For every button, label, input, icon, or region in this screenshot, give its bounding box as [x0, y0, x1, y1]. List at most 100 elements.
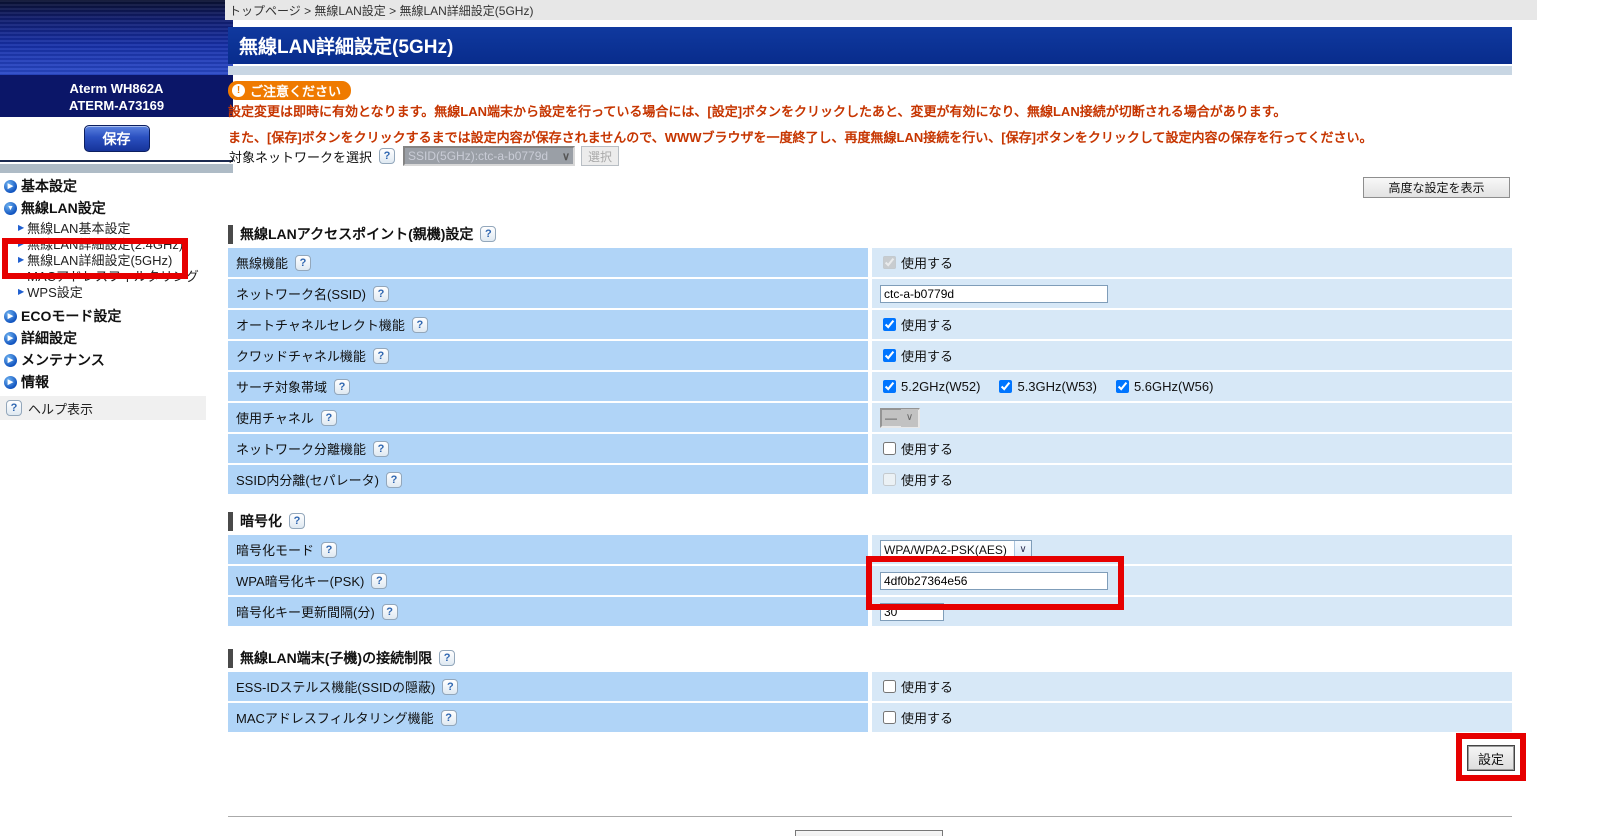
encryption-mode-select[interactable]: WPA/WPA2-PSK(AES) ∨ — [880, 540, 1032, 560]
table-row: SSID内分離(セパレータ)? 使用する — [228, 465, 1512, 494]
table-row: オートチャネルセレクト機能? 使用する — [228, 310, 1512, 339]
save-button[interactable]: 保存 — [84, 125, 150, 152]
back-to-top-button[interactable]: トップページへ戻る — [795, 830, 943, 836]
help-icon[interactable]: ? — [442, 679, 458, 695]
triangle-bullet-icon: ▶ — [18, 255, 24, 264]
table-row: 使用チャネル? — ∨ — [228, 403, 1512, 432]
band-w52-checkbox[interactable] — [883, 380, 896, 393]
section-bar — [228, 512, 233, 531]
sidebar-item-wlan-settings[interactable]: ▼ 無線LAN設定 — [4, 197, 230, 219]
title-underline-strip — [228, 66, 1512, 75]
settings-sections: 無線LANアクセスポイント(親機)設定 ? 無線機能? 使用する ネットワーク名… — [228, 224, 1512, 734]
network-separation-checkbox[interactable] — [883, 442, 896, 455]
sidebar-item-wps[interactable]: ▶ WPS設定 — [4, 283, 230, 299]
page-title: 無線LAN詳細設定(5GHz) — [228, 27, 1512, 64]
table-row: 暗号化キー更新間隔(分)? — [228, 597, 1512, 626]
warning-line-1: 設定変更は即時に有効となります。無線LAN端末から設定を行っている場合には、[設… — [228, 101, 1528, 120]
auto-channel-select-checkbox[interactable] — [883, 318, 896, 331]
circle-arrow-icon: ▶ — [4, 310, 17, 323]
help-icon[interactable]: ? — [371, 573, 387, 589]
device-network-name: ATERM-A73169 — [0, 97, 233, 114]
help-icon[interactable]: ? — [289, 513, 305, 529]
channel-select: — ∨ — [880, 408, 920, 428]
sidebar-item-maintenance[interactable]: ▶ メンテナンス — [4, 349, 230, 371]
triangle-bullet-icon: ▶ — [18, 239, 24, 248]
triangle-bullet-icon: ▶ — [18, 287, 24, 296]
select-button: 選択 — [581, 146, 619, 166]
table-row: WPA暗号化キー(PSK)? — [228, 566, 1512, 595]
radio-function-checkbox — [883, 256, 896, 269]
help-icon[interactable]: ? — [373, 441, 389, 457]
sidebar-divider — [0, 164, 233, 173]
section-header-ap: 無線LANアクセスポイント(親機)設定 ? — [228, 224, 1512, 244]
help-icon[interactable]: ? — [379, 148, 395, 164]
wpa-psk-input[interactable] — [880, 572, 1108, 590]
triangle-bullet-icon: ▶ — [18, 223, 24, 232]
circle-arrow-icon: ▶ — [4, 376, 17, 389]
ssid-separator-checkbox — [883, 473, 896, 486]
section-header-connection-limit: 無線LAN端末(子機)の接続制限 ? — [228, 648, 1512, 668]
sidebar-menu: ▶ 基本設定 ▼ 無線LAN設定 ▶ 無線LAN基本設定 ▶ 無線LAN詳細設定… — [4, 175, 230, 393]
sidebar-item-eco-mode[interactable]: ▶ ECOモード設定 — [4, 305, 230, 327]
router-admin-page: Aterm WH862A ATERM-A73169 保存 ▶ 基本設定 ▼ 無線… — [0, 0, 1611, 836]
circle-arrow-icon: ▶ — [4, 332, 17, 345]
section-bar — [228, 649, 233, 668]
target-network-select: SSID(5GHz):ctc-a-b0779d ∨ — [403, 146, 575, 166]
sidebar-item-basic-settings[interactable]: ▶ 基本設定 — [4, 175, 230, 197]
help-icon[interactable]: ? — [321, 542, 337, 558]
device-model-box: Aterm WH862A ATERM-A73169 — [0, 75, 233, 117]
sidebar: Aterm WH862A ATERM-A73169 保存 ▶ 基本設定 ▼ 無線… — [0, 0, 233, 836]
warning-line-2: また、[保存]ボタンをクリックするまでは設定内容が保存されませんので、WWWブラ… — [228, 127, 1528, 146]
target-network-label: 対象ネットワークを選択 — [229, 147, 372, 166]
apply-settings-button[interactable]: 設定 — [1467, 745, 1515, 771]
band-w53-checkbox[interactable] — [999, 380, 1012, 393]
exclamation-icon: ! — [232, 84, 245, 97]
key-update-interval-input[interactable] — [880, 603, 944, 621]
save-box: 保存 — [0, 117, 233, 162]
sidebar-item-information[interactable]: ▶ 情報 — [4, 371, 230, 393]
help-icon[interactable]: ? — [373, 348, 389, 364]
help-icon[interactable]: ? — [321, 410, 337, 426]
footer-divider — [228, 816, 1512, 817]
table-row: MACアドレスフィルタリング機能? 使用する — [228, 703, 1512, 732]
table-row: ネットワーク名(SSID)? — [228, 279, 1512, 308]
chevron-down-icon: ∨ — [562, 150, 570, 163]
help-icon[interactable]: ? — [441, 710, 457, 726]
breadcrumb: トップページ > 無線LAN設定 > 無線LAN詳細設定(5GHz) — [225, 0, 1537, 20]
circle-arrow-down-icon: ▼ — [4, 202, 17, 215]
help-icon[interactable]: ? — [334, 379, 350, 395]
caution-badge: ! ご注意ください — [228, 81, 351, 100]
device-model-name: Aterm WH862A — [0, 80, 233, 97]
help-display-row[interactable]: ? ヘルプ表示 — [0, 396, 206, 420]
circle-arrow-icon: ▶ — [4, 354, 17, 367]
help-icon[interactable]: ? — [382, 604, 398, 620]
section-bar — [228, 225, 233, 244]
table-row: クワッドチャネル機能? 使用する — [228, 341, 1512, 370]
table-row: サーチ対象帯域? 5.2GHz(W52) 5.3GHz(W53) 5.6GHz(… — [228, 372, 1512, 401]
table-row: ESS-IDステルス機能(SSIDの隠蔽)? 使用する — [228, 672, 1512, 701]
chevron-down-icon: ∨ — [1014, 541, 1031, 559]
help-icon[interactable]: ? — [386, 472, 402, 488]
help-icon[interactable]: ? — [480, 226, 496, 242]
help-icon[interactable]: ? — [6, 400, 22, 416]
help-icon[interactable]: ? — [373, 286, 389, 302]
band-w56-checkbox[interactable] — [1116, 380, 1129, 393]
circle-arrow-icon: ▶ — [4, 180, 17, 193]
table-row: ネットワーク分離機能? 使用する — [228, 434, 1512, 463]
table-row: 暗号化モード? WPA/WPA2-PSK(AES) ∨ — [228, 535, 1512, 564]
show-advanced-settings-button[interactable]: 高度な設定を表示 — [1363, 177, 1510, 198]
quad-channel-checkbox[interactable] — [883, 349, 896, 362]
chevron-down-icon: ∨ — [901, 409, 918, 427]
brand-gradient-banner — [0, 0, 233, 75]
essid-stealth-checkbox[interactable] — [883, 680, 896, 693]
help-icon[interactable]: ? — [295, 255, 311, 271]
triangle-bullet-icon: ▶ — [18, 271, 24, 280]
table-row: 無線機能? 使用する — [228, 248, 1512, 277]
sidebar-item-detail-settings[interactable]: ▶ 詳細設定 — [4, 327, 230, 349]
help-icon[interactable]: ? — [439, 650, 455, 666]
section-header-encryption: 暗号化 ? — [228, 511, 1512, 531]
help-icon[interactable]: ? — [412, 317, 428, 333]
target-network-row: 対象ネットワークを選択 ? SSID(5GHz):ctc-a-b0779d ∨ … — [229, 146, 619, 166]
ssid-input[interactable] — [880, 285, 1108, 303]
mac-filtering-checkbox[interactable] — [883, 711, 896, 724]
